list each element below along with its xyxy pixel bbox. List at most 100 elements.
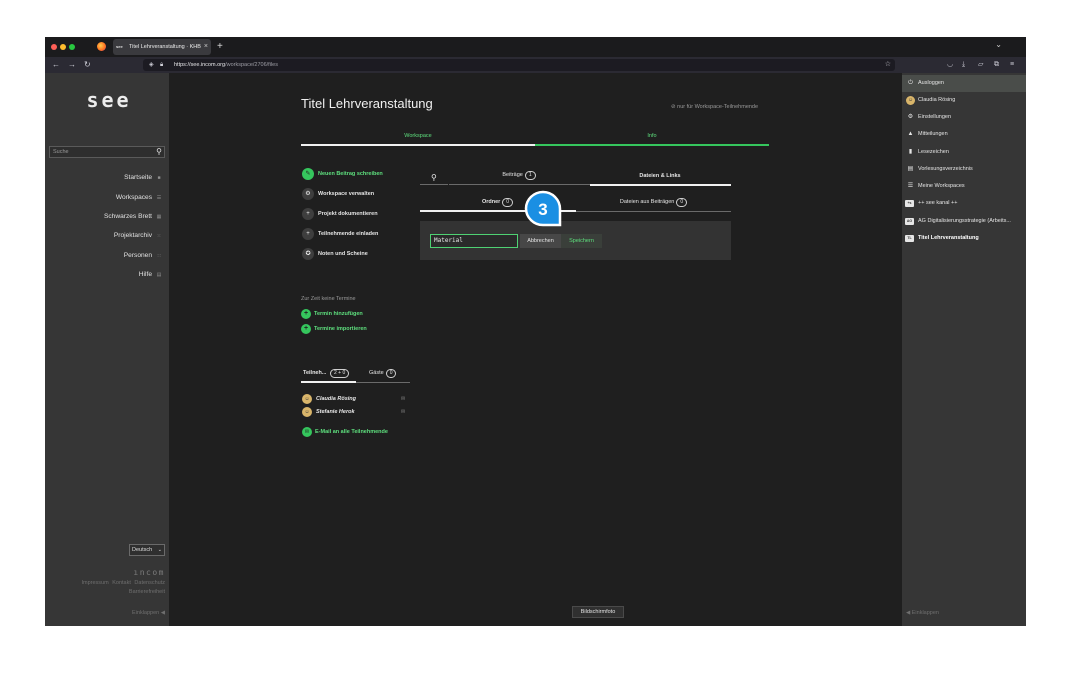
grades-button[interactable]: ✪ Noten und Scheine [302,248,368,260]
participant-item[interactable]: ☺ Stefanie Herok [302,407,355,417]
list-icon: ☰ [907,183,914,189]
gear-icon: ⚙ [302,188,314,200]
archive-icon: ⁙ [156,233,162,239]
nav-schwarzes-brett[interactable]: Schwarzes Brett ▦ [45,212,163,222]
maximize-window-button[interactable] [69,44,75,50]
item-label: AG Digitalisierungsstrategie (Arbeits... [918,218,1011,224]
footer-link-barrierefreiheit[interactable]: Barrierefreiheit [129,589,165,595]
save-button[interactable]: Speichern [561,234,602,248]
pencil-icon: ✎ [302,168,314,180]
profile-item[interactable]: ☺ Claudia Rösing [902,92,1026,109]
pocket-icon[interactable]: ◡ [947,60,953,70]
close-window-button[interactable] [51,44,57,50]
tab-title: Titel Lehrveranstaltung · KHB [129,44,201,50]
settings-item[interactable]: ⚙ Einstellungen [902,109,1026,126]
email-all-button[interactable]: ✉ E-Mail an alle Teilnehmende [302,427,388,437]
nav-projektarchiv[interactable]: Projektarchiv ⁙ [45,231,163,241]
add-appointment-button[interactable]: + Termin hinzufügen [301,309,363,319]
tab-label: Gäste [369,370,384,376]
new-post-button[interactable]: ✎ Neuen Beitrag schreiben [302,168,383,180]
chevron-down-icon: ⌄ [157,547,162,553]
collapse-left-button[interactable]: Einklappen ◀ [132,609,165,617]
browser-tab[interactable]: see Titel Lehrveranstaltung · KHB × [113,39,211,55]
extensions-icon[interactable]: ⧉ [994,60,999,70]
logout-item[interactable]: ⏻ Ausloggen [902,75,1026,92]
mail-icon[interactable]: ✉ [401,407,405,417]
collapse-right-button[interactable]: ◀ Einklappen [906,609,939,617]
footer-links: Impressum Kontakt Datenschutz Barrierefr… [49,579,166,597]
tab-guests[interactable]: Gäste 0 [369,369,397,378]
invite-participants-button[interactable]: + Teilnehmende einladen [302,228,378,240]
folder-icon[interactable]: ▱ [978,60,983,70]
home-icon: ■ [157,175,161,181]
shield-icon[interactable]: ◈ [149,60,154,70]
tab-info[interactable]: Info [535,132,769,140]
nav-personen[interactable]: Personen ∷ [45,251,163,261]
notifications-item[interactable]: ▲ Mitteilungen [902,126,1026,143]
nav-startseite[interactable]: Startseite ■ [45,173,163,183]
language-value: Deutsch [132,547,153,553]
manage-workspace-button[interactable]: ⚙ Workspace verwalten [302,188,374,200]
avatar: ☺ [302,394,312,404]
tab-underline-active [301,381,356,383]
bookmarks-item[interactable]: ▮ Lesezeichen [902,144,1026,161]
reload-icon[interactable]: ↻ [84,59,91,71]
star-icon[interactable]: ☆ [885,60,891,70]
tab-participants[interactable]: Teilneh... 2 + 0 [303,369,350,378]
tab-list-chevron-icon[interactable]: ⌄ [995,40,1002,49]
mail-icon[interactable]: ✉ [401,394,405,404]
screenshot-tooltip: Bildschirmfoto [572,606,624,618]
download-icon[interactable]: ⤓ [962,60,965,70]
nav-label: Hilfe [138,271,152,278]
footer-link-kontakt[interactable]: Kontakt [112,580,131,586]
incom-logo[interactable]: ıncom [133,568,165,577]
see-logo[interactable]: see [81,88,137,112]
search-icon[interactable]: ⚲ [156,146,162,158]
workspace-see-kanal-item[interactable]: +s ++ see kanal ++ [902,195,1026,212]
cancel-button[interactable]: Abbrechen [520,234,561,248]
search-input[interactable]: Suche ⚲ [49,146,165,158]
back-icon[interactable]: ← [52,59,60,71]
nav-label: Startseite [124,174,152,181]
nav-hilfe[interactable]: Hilfe ▤ [45,270,163,280]
lock-icon[interactable]: 🔒︎ [160,60,163,70]
tab-files-links[interactable]: Dateien & Links [590,172,730,180]
forward-icon[interactable]: → [68,59,76,71]
close-tab-icon[interactable]: × [204,39,208,55]
new-folder-panel: Material Abbrechen Speichern [420,221,731,260]
tab-workspace[interactable]: Workspace [301,132,535,140]
subtab-files-from-posts[interactable]: Dateien aus Beiträgen 0 [576,198,731,207]
tab-underline-active [301,144,535,146]
footer-link-datenschutz[interactable]: Datenschutz [134,580,165,586]
bookmark-icon: ▮ [908,149,913,155]
new-tab-button[interactable]: + [217,39,223,55]
my-workspaces-item[interactable]: ☰ Meine Workspaces [902,178,1026,195]
course-catalog-item[interactable]: ▤ Vorlesungsverzeichnis [902,161,1026,178]
item-label: Einstellungen [918,114,952,120]
url-domain: https://see.incom.org [174,62,226,68]
firefox-icon[interactable] [97,42,106,51]
menu-icon[interactable]: ≡ [1010,60,1014,70]
nav-workspaces[interactable]: Workspaces ☰ [45,193,163,203]
workspace-current-item[interactable]: TL Titel Lehrveranstaltung [902,230,1026,247]
import-appointments-button[interactable]: + Termine importieren [301,324,367,334]
minimize-window-button[interactable] [60,44,66,50]
action-label: Neuen Beitrag schreiben [318,171,383,177]
files-search-icon[interactable]: ⚲ [431,173,437,183]
language-select[interactable]: Deutsch ⌄ [129,544,165,556]
folder-name-input[interactable]: Material [430,234,518,248]
participant-name: Stefanie Herok [316,409,355,415]
footer-link-impressum[interactable]: Impressum [82,580,109,586]
tab-underline-active [590,184,731,186]
address-bar[interactable]: ◈ 🔒︎ https://see.incom.org/workspace/270… [143,59,895,71]
url-text[interactable]: https://see.incom.org/workspace/2706/fil… [174,60,278,70]
workspace-ag-item[interactable]: AG AG Digitalisierungsstrategie (Arbeits.… [902,213,1026,230]
participant-item[interactable]: ☺ Claudia Rösing [302,394,356,404]
count-badge: 1 [524,171,536,180]
document-project-button[interactable]: + Projekt dokumentieren [302,208,378,220]
tab-label: Teilneh... [303,370,327,376]
right-sidebar: ⏻ Ausloggen ☺ Claudia Rösing ⚙ Einstellunge… [902,73,1026,626]
action-label: Workspace verwalten [318,191,375,197]
nav-label: Projektarchiv [113,232,152,239]
tab-posts[interactable]: Beiträge 1 [449,171,589,180]
